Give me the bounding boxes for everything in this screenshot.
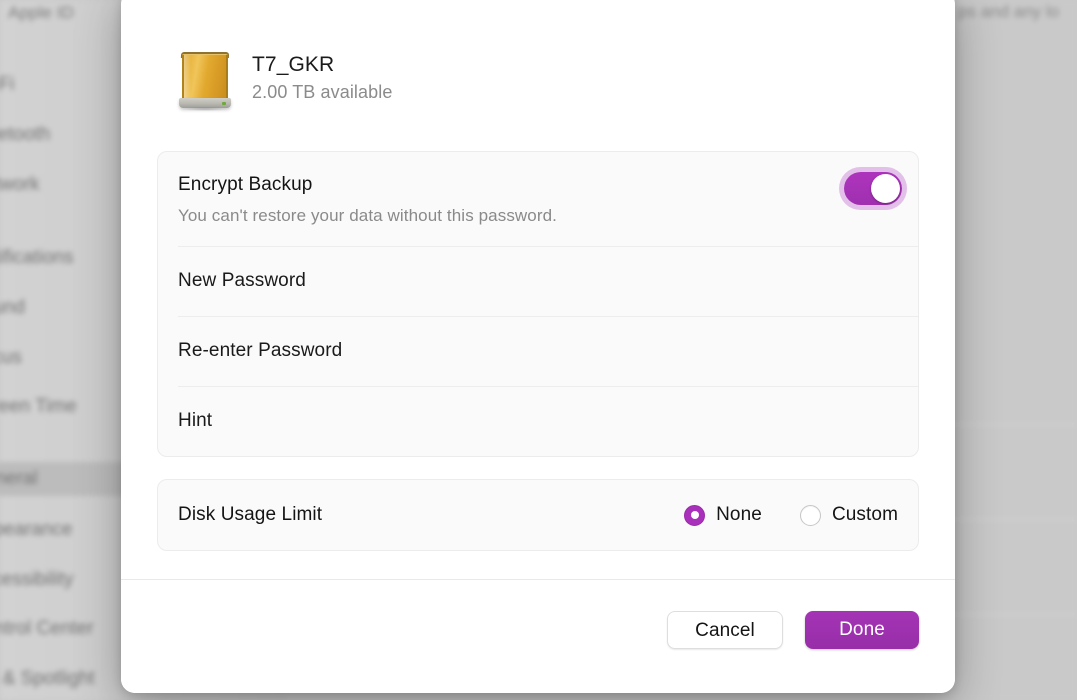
disk-usage-option-custom-label: Custom — [831, 504, 898, 525]
external-drive-icon — [177, 45, 234, 111]
encrypt-backup-group: Encrypt Backup You can't restore your da… — [157, 151, 919, 457]
disk-usage-option-none[interactable]: None — [684, 504, 762, 526]
drive-name: T7_GKR — [252, 53, 335, 76]
new-password-row[interactable]: New Password — [158, 246, 918, 316]
radio-unselected-icon[interactable] — [799, 504, 821, 526]
done-button[interactable]: Done — [805, 611, 919, 649]
encrypt-backup-toggle[interactable] — [844, 172, 902, 205]
backup-options-dialog: T7_GKR 2.00 TB available Encrypt Backup … — [121, 0, 955, 693]
settings-content-text: ps and any lo — [958, 2, 1060, 21]
footer-buttons: Cancel Done — [667, 611, 919, 649]
disk-usage-group: Disk Usage Limit None Custom — [157, 479, 919, 551]
radio-selected-icon[interactable] — [684, 504, 706, 526]
cancel-button[interactable]: Cancel — [667, 611, 783, 649]
drive-header: T7_GKR 2.00 TB available — [121, 0, 955, 111]
hint-row[interactable]: Hint — [158, 386, 918, 456]
disk-usage-row: Disk Usage Limit None Custom — [158, 480, 918, 550]
dialog-body: T7_GKR 2.00 TB available Encrypt Backup … — [121, 0, 955, 579]
disk-usage-radio-group: None Custom — [684, 504, 898, 526]
toggle-knob — [871, 174, 900, 203]
dialog-footer: Cancel Done — [121, 579, 955, 693]
encrypt-backup-label: Encrypt Backup — [178, 174, 313, 195]
encrypt-backup-toggle-wrap — [844, 172, 902, 205]
drive-capacity: 2.00 TB available — [252, 82, 393, 102]
re-enter-password-field[interactable]: Re-enter Password — [178, 340, 342, 362]
drive-meta: T7_GKR 2.00 TB available — [252, 53, 392, 103]
screen: Apple ID Wi-Fi Bluetooth Network Notific… — [0, 0, 1077, 700]
hint-field[interactable]: Hint — [178, 410, 212, 432]
disk-usage-option-custom[interactable]: Custom — [799, 504, 898, 526]
new-password-field[interactable]: New Password — [178, 270, 306, 292]
encrypt-backup-row: Encrypt Backup You can't restore your da… — [158, 152, 918, 246]
disk-usage-label: Disk Usage Limit — [178, 504, 323, 525]
encrypt-backup-description: You can't restore your data without this… — [178, 206, 557, 225]
re-enter-password-row[interactable]: Re-enter Password — [158, 316, 918, 386]
disk-usage-option-none-label: None — [716, 504, 762, 525]
